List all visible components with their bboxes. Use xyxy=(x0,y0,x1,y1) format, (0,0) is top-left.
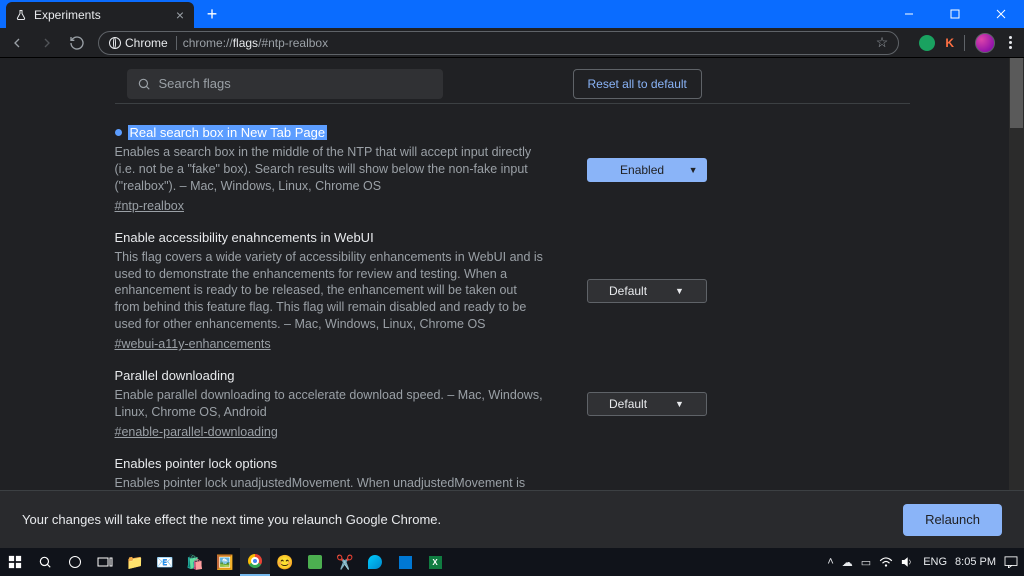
window-titlebar: Experiments × + xyxy=(0,0,1024,28)
meet-now-icon[interactable]: ▭ xyxy=(861,556,871,569)
site-chip-label: Chrome xyxy=(125,36,168,50)
flag-title: Real search box in New Tab Page xyxy=(115,125,545,140)
browser-tab[interactable]: Experiments × xyxy=(6,2,194,28)
browser-navbar: Chrome chrome://flags/#ntp-realbox ☆ K xyxy=(0,28,1024,58)
extension-k-icon[interactable]: K xyxy=(945,36,954,50)
flag-description: This flag covers a wide variety of acces… xyxy=(115,249,545,333)
forward-button[interactable] xyxy=(38,34,56,52)
onedrive-icon[interactable]: ☁ xyxy=(842,556,853,569)
volume-icon[interactable] xyxy=(901,556,915,568)
page-content: Reset all to default Real search box in … xyxy=(0,58,1024,490)
excel-icon[interactable]: X xyxy=(420,548,450,576)
app-icon[interactable]: 😊 xyxy=(270,548,300,576)
windows-taskbar: 📁 📧 🛍️ 🖼️ 😊 ✂️ X ˄ ☁ ▭ ENG 8:05 PM xyxy=(0,548,1024,576)
relaunch-button[interactable]: Relaunch xyxy=(903,504,1002,536)
flag-select[interactable]: Default▼ xyxy=(587,279,707,303)
reset-all-button[interactable]: Reset all to default xyxy=(573,69,702,99)
flag-select[interactable]: Enabled▼ xyxy=(587,158,707,182)
address-bar[interactable]: Chrome chrome://flags/#ntp-realbox ☆ xyxy=(98,31,899,55)
flag-anchor-link[interactable]: #ntp-realbox xyxy=(115,199,185,213)
search-input-wrapper xyxy=(127,69,443,99)
flag-anchor-link[interactable]: #webui-a11y-enhancements xyxy=(115,337,271,351)
search-icon[interactable] xyxy=(30,548,60,576)
app-icon[interactable] xyxy=(300,548,330,576)
reload-button[interactable] xyxy=(68,34,86,52)
chevron-down-icon: ▼ xyxy=(675,399,684,409)
flag-ntp-realbox: Real search box in New Tab Page Enables … xyxy=(115,124,898,229)
flag-anchor-link[interactable]: #enable-parallel-downloading xyxy=(115,425,278,439)
flag-pointer-lock: Enables pointer lock options Enables poi… xyxy=(115,455,898,490)
tray-chevron-up-icon[interactable]: ˄ xyxy=(827,556,833,568)
new-tab-button[interactable]: + xyxy=(202,4,222,25)
flag-title: Parallel downloading xyxy=(115,368,545,383)
modified-dot-icon xyxy=(115,129,122,136)
tab-title: Experiments xyxy=(34,8,174,22)
clock[interactable]: 8:05 PM xyxy=(955,556,996,568)
flag-description: Enable parallel downloading to accelerat… xyxy=(115,387,545,421)
language-indicator[interactable]: ENG xyxy=(923,556,947,568)
flask-icon xyxy=(14,8,28,22)
globe-icon xyxy=(109,37,121,49)
search-icon xyxy=(137,77,151,91)
scrollbar-track[interactable] xyxy=(1009,58,1024,490)
minimize-button[interactable] xyxy=(886,0,932,28)
wifi-icon[interactable] xyxy=(879,556,893,568)
flag-title: Enables pointer lock options xyxy=(115,456,545,471)
profile-avatar[interactable] xyxy=(975,33,995,53)
store-icon[interactable]: 🛍️ xyxy=(180,548,210,576)
site-chip: Chrome xyxy=(109,36,177,50)
start-button[interactable] xyxy=(0,548,30,576)
flag-description: Enables pointer lock unadjustedMovement.… xyxy=(115,475,545,490)
flag-webui-a11y: Enable accessibility enahncements in Web… xyxy=(115,229,898,367)
flag-select[interactable]: Default▼ xyxy=(587,392,707,416)
task-view-icon[interactable] xyxy=(90,548,120,576)
cortana-icon[interactable] xyxy=(60,548,90,576)
kebab-menu-icon[interactable] xyxy=(1005,36,1016,49)
flag-description: Enables a search box in the middle of th… xyxy=(115,144,545,195)
vscode-icon[interactable] xyxy=(390,548,420,576)
photos-icon[interactable]: 🖼️ xyxy=(210,548,240,576)
chevron-down-icon: ▼ xyxy=(675,286,684,296)
search-input[interactable] xyxy=(159,76,433,91)
relaunch-message: Your changes will take effect the next t… xyxy=(22,512,903,527)
maximize-button[interactable] xyxy=(932,0,978,28)
extension-grammarly-icon[interactable] xyxy=(919,35,935,51)
close-icon[interactable]: × xyxy=(174,7,186,23)
scrollbar-thumb[interactable] xyxy=(1010,58,1023,128)
flags-list: Real search box in New Tab Page Enables … xyxy=(115,104,910,490)
edge-icon[interactable] xyxy=(360,548,390,576)
flag-title: Enable accessibility enahncements in Web… xyxy=(115,230,545,245)
url-text: chrome://flags/#ntp-realbox xyxy=(183,36,328,50)
chevron-down-icon: ▼ xyxy=(689,165,698,175)
file-explorer-icon[interactable]: 📁 xyxy=(120,548,150,576)
relaunch-bar: Your changes will take effect the next t… xyxy=(0,490,1024,548)
mail-icon[interactable]: 📧 xyxy=(150,548,180,576)
notifications-icon[interactable] xyxy=(1004,556,1018,568)
close-button[interactable] xyxy=(978,0,1024,28)
divider xyxy=(964,35,965,51)
snip-icon[interactable]: ✂️ xyxy=(330,548,360,576)
chrome-icon[interactable] xyxy=(240,548,270,576)
system-tray: ˄ ☁ ▭ ENG 8:05 PM xyxy=(827,556,1024,569)
bookmark-star-icon[interactable]: ☆ xyxy=(876,34,889,51)
flag-parallel-downloading: Parallel downloading Enable parallel dow… xyxy=(115,367,898,455)
back-button[interactable] xyxy=(8,34,26,52)
